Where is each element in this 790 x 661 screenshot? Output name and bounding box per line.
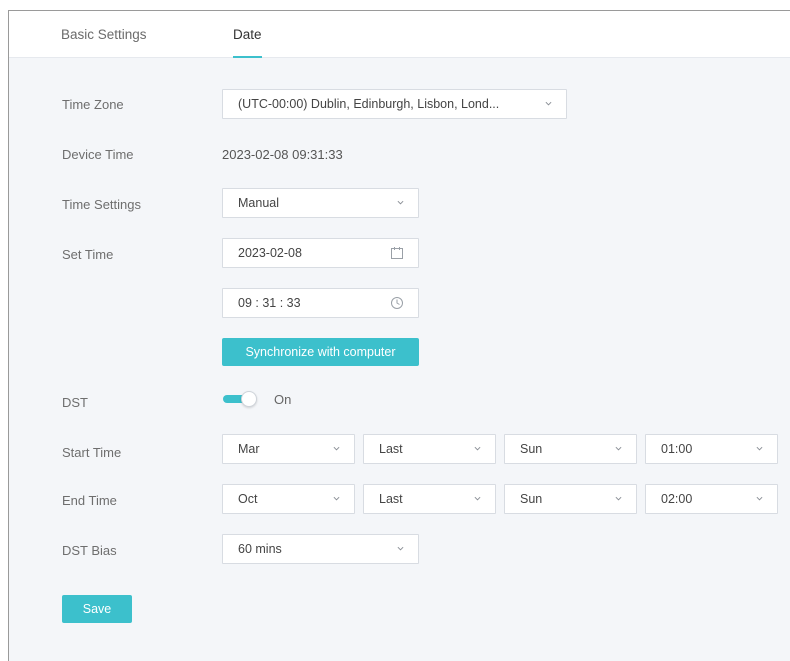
save-button[interactable]: Save bbox=[62, 595, 132, 623]
synchronize-with-computer-button[interactable]: Synchronize with computer bbox=[222, 338, 419, 366]
device-time-value: 2023-02-08 09:31:33 bbox=[222, 147, 343, 162]
chevron-down-icon bbox=[756, 446, 763, 451]
chevron-down-icon bbox=[545, 101, 552, 106]
time-zone-value: (UTC-00:00) Dublin, Edinburgh, Lisbon, L… bbox=[238, 97, 500, 111]
start-time-label: Start Time bbox=[62, 445, 122, 460]
time-zone-label: Time Zone bbox=[62, 97, 124, 112]
end-week-value: Last bbox=[379, 492, 403, 506]
dst-toggle[interactable] bbox=[223, 391, 257, 407]
chevron-down-icon bbox=[333, 496, 340, 501]
date-value: 2023-02-08 bbox=[238, 246, 302, 260]
end-week-select[interactable]: Last bbox=[363, 484, 496, 514]
time-settings-value: Manual bbox=[238, 196, 279, 210]
chevron-down-icon bbox=[333, 446, 340, 451]
end-month-select[interactable]: Oct bbox=[222, 484, 355, 514]
end-time-label: End Time bbox=[62, 493, 117, 508]
time-settings-label: Time Settings bbox=[62, 197, 141, 212]
chevron-down-icon bbox=[756, 496, 763, 501]
start-hour-select[interactable]: 01:00 bbox=[645, 434, 778, 464]
calendar-icon[interactable] bbox=[390, 246, 404, 260]
toggle-knob bbox=[241, 391, 257, 407]
chevron-down-icon bbox=[615, 496, 622, 501]
chevron-down-icon bbox=[474, 496, 481, 501]
time-settings-select[interactable]: Manual bbox=[222, 188, 419, 218]
tab-date-label: Date bbox=[233, 27, 262, 42]
set-time-label: Set Time bbox=[62, 247, 114, 262]
dst-label: DST bbox=[62, 395, 88, 410]
clock-icon[interactable] bbox=[390, 296, 404, 310]
chevron-down-icon bbox=[615, 446, 622, 451]
start-month-select[interactable]: Mar bbox=[222, 434, 355, 464]
chevron-down-icon bbox=[474, 446, 481, 451]
start-day-value: Sun bbox=[520, 442, 543, 456]
active-tab-indicator bbox=[233, 56, 262, 58]
end-day-value: Sun bbox=[520, 492, 543, 506]
device-time-label: Device Time bbox=[62, 147, 134, 162]
tab-basic-settings-label: Basic Settings bbox=[61, 27, 147, 42]
dst-bias-select[interactable]: 60 mins bbox=[222, 534, 419, 564]
start-month-value: Mar bbox=[238, 442, 260, 456]
chevron-down-icon bbox=[397, 200, 404, 205]
tab-date[interactable]: Date bbox=[233, 11, 262, 58]
end-day-select[interactable]: Sun bbox=[504, 484, 637, 514]
tab-basic-settings[interactable]: Basic Settings bbox=[61, 11, 147, 58]
time-value: 09 : 31 : 33 bbox=[238, 296, 301, 310]
start-day-select[interactable]: Sun bbox=[504, 434, 637, 464]
dst-state-label: On bbox=[274, 392, 292, 407]
end-hour-select[interactable]: 02:00 bbox=[645, 484, 778, 514]
dst-bias-value: 60 mins bbox=[238, 542, 282, 556]
end-month-value: Oct bbox=[238, 492, 258, 506]
end-hour-value: 02:00 bbox=[661, 492, 693, 506]
settings-panel: Basic Settings Date Time Zone (UTC-00:00… bbox=[8, 10, 790, 661]
time-zone-select[interactable]: (UTC-00:00) Dublin, Edinburgh, Lisbon, L… bbox=[222, 89, 567, 119]
time-input[interactable]: 09 : 31 : 33 bbox=[222, 288, 419, 318]
dst-bias-label: DST Bias bbox=[62, 543, 117, 558]
start-week-value: Last bbox=[379, 442, 403, 456]
tab-bar: Basic Settings Date bbox=[9, 11, 790, 58]
date-input[interactable]: 2023-02-08 bbox=[222, 238, 419, 268]
start-week-select[interactable]: Last bbox=[363, 434, 496, 464]
start-hour-value: 01:00 bbox=[661, 442, 693, 456]
chevron-down-icon bbox=[397, 546, 404, 551]
